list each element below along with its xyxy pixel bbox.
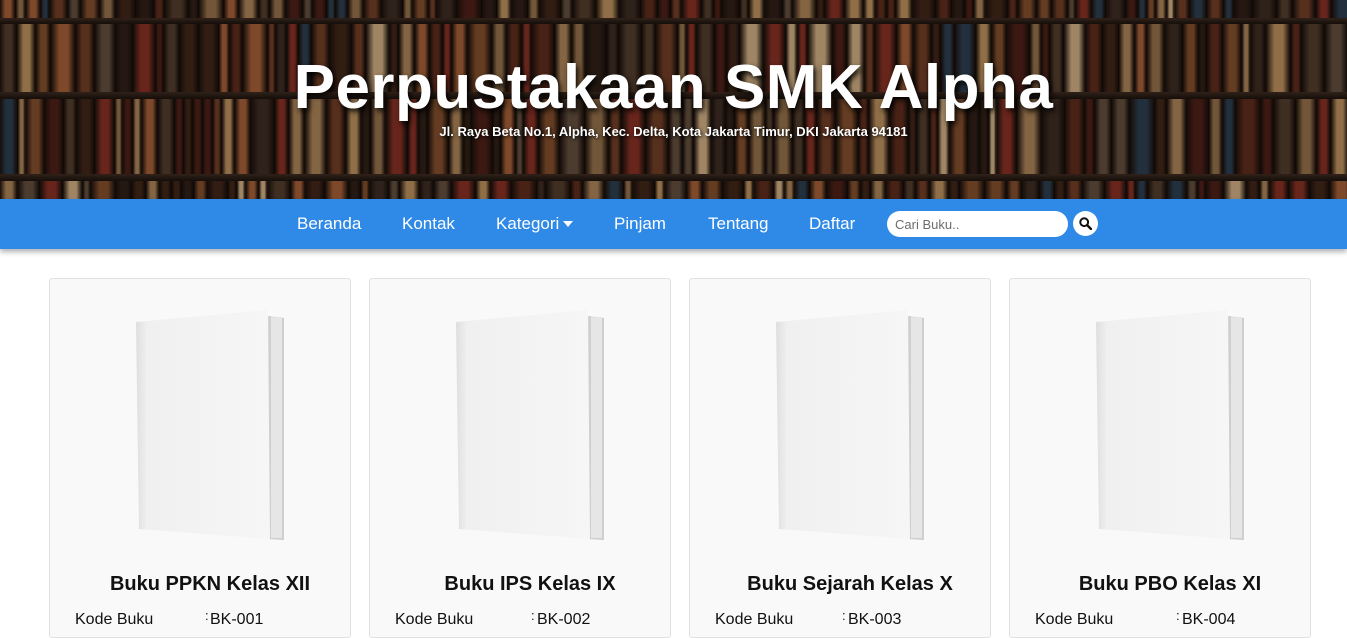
book-code-label: Kode Buku <box>395 611 474 628</box>
book-title[interactable]: Buku PPKN Kelas XII <box>50 573 350 596</box>
book-cover-image <box>776 310 924 540</box>
book-code-value: BK-001 <box>210 611 264 628</box>
nav-tentang[interactable]: Tentang <box>708 214 769 234</box>
book-code-label: Kode Buku <box>715 611 794 628</box>
nav-daftar[interactable]: Daftar <box>809 214 855 234</box>
site-address: Jl. Raya Beta No.1, Alpha, Kec. Delta, K… <box>439 124 908 139</box>
nav-kategori-label: Kategori <box>496 214 560 233</box>
book-code-colon: : <box>1176 608 1180 623</box>
search-button[interactable] <box>1073 211 1098 236</box>
nav-kategori-dropdown[interactable]: Kategori <box>496 214 574 234</box>
book-card[interactable]: Buku PPKN Kelas XII Kode Buku : BK-001 <box>49 278 351 638</box>
book-code-colon: : <box>205 608 209 623</box>
book-cover-image <box>456 310 604 540</box>
caret-down-icon <box>563 220 574 227</box>
nav-kontak[interactable]: Kontak <box>402 214 455 234</box>
book-code-value: BK-002 <box>537 611 591 628</box>
header-banner: Perpustakaan SMK Alpha Jl. Raya Beta No.… <box>0 0 1347 199</box>
book-cover-image <box>1096 310 1244 540</box>
navbar: Beranda Kontak Kategori Pinjam Tentang D… <box>0 199 1347 249</box>
book-title[interactable]: Buku IPS Kelas IX <box>370 573 670 596</box>
book-card[interactable]: Buku PBO Kelas XI Kode Buku : BK-004 <box>1009 278 1311 638</box>
book-card[interactable]: Buku IPS Kelas IX Kode Buku : BK-002 <box>369 278 671 638</box>
book-card[interactable]: Buku Sejarah Kelas X Kode Buku : BK-003 <box>689 278 991 638</box>
book-cover-image <box>136 310 284 540</box>
book-code-value: BK-003 <box>848 611 902 628</box>
book-title[interactable]: Buku PBO Kelas XI <box>1010 573 1310 596</box>
book-code-colon: : <box>842 608 846 623</box>
search-icon <box>1079 217 1092 230</box>
book-code-label: Kode Buku <box>1035 611 1114 628</box>
book-code-value: BK-004 <box>1182 611 1236 628</box>
site-title: Perpustakaan SMK Alpha <box>293 53 1054 122</box>
nav-pinjam[interactable]: Pinjam <box>614 214 666 234</box>
book-code-colon: : <box>531 608 535 623</box>
book-code-label: Kode Buku <box>75 611 154 628</box>
search-input[interactable] <box>887 211 1068 237</box>
nav-beranda[interactable]: Beranda <box>297 214 361 234</box>
book-title[interactable]: Buku Sejarah Kelas X <box>690 573 990 596</box>
